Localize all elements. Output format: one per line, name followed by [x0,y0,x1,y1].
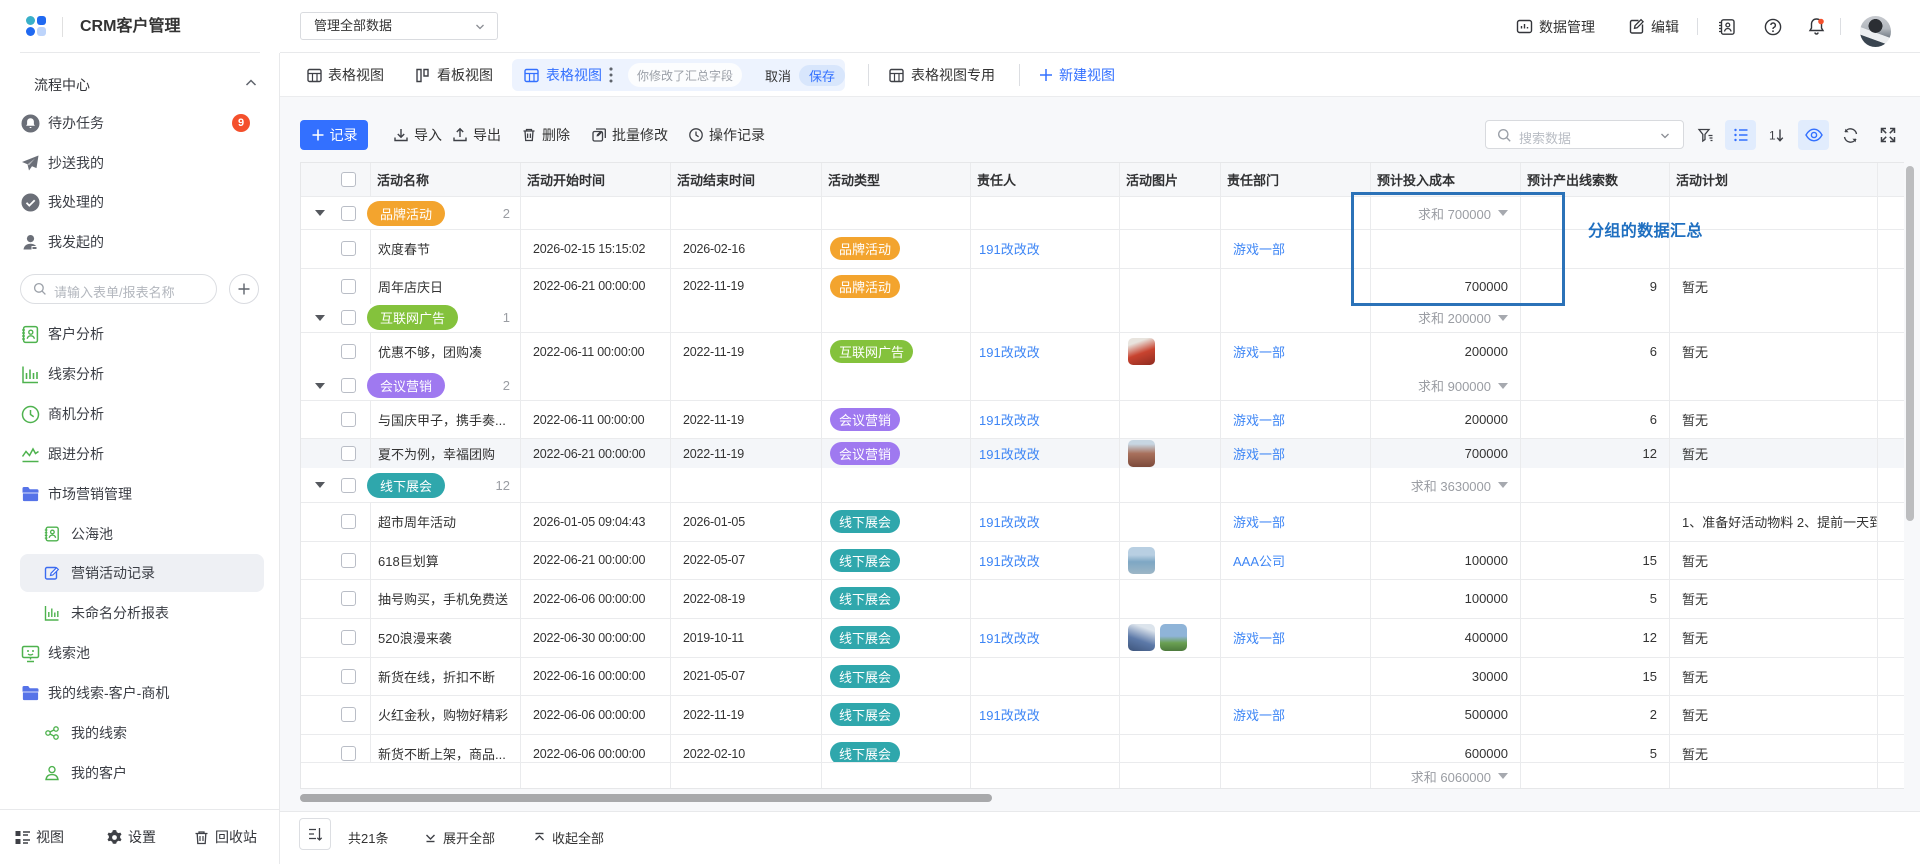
svg-text:1: 1 [1769,128,1776,142]
